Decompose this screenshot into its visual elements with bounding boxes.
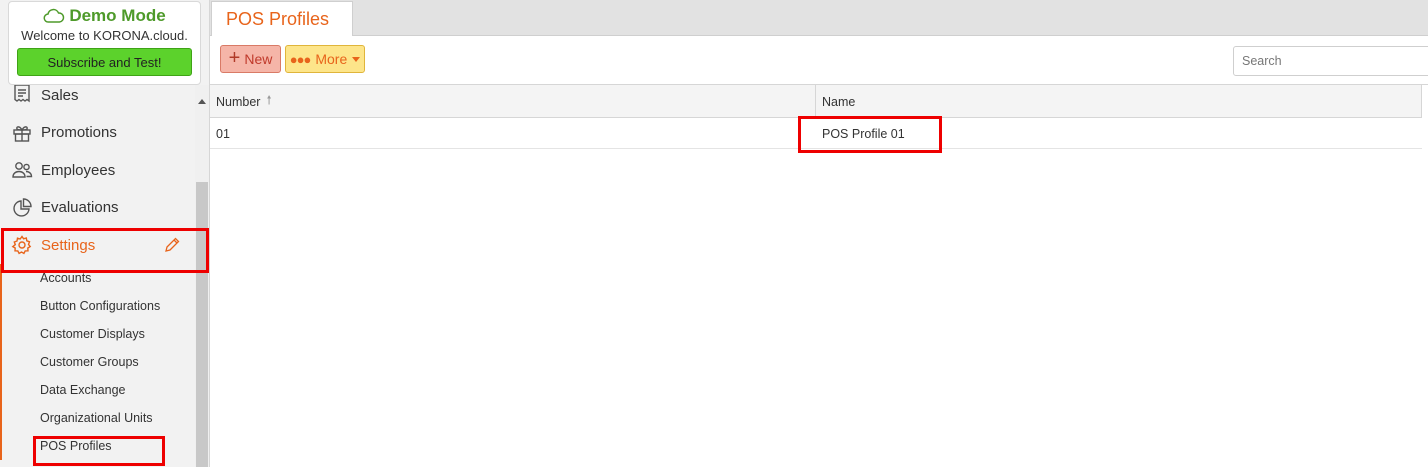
sidebar-item-evaluations[interactable]: Evaluations: [0, 189, 195, 227]
users-icon: [11, 159, 33, 181]
sidebar-item-label: Employees: [41, 161, 116, 179]
submenu-item-customer-groups[interactable]: Customer Groups: [2, 348, 195, 376]
column-header-name[interactable]: Name: [816, 85, 1422, 118]
gift-icon: [11, 122, 33, 144]
sidebar-item-label: Sales: [41, 87, 79, 104]
receipt-icon: [11, 82, 33, 104]
more-button[interactable]: ●●● More: [285, 45, 365, 73]
welcome-text: Welcome to KORONA.cloud.: [21, 28, 188, 43]
new-button[interactable]: + New: [220, 45, 281, 73]
sort-arrow-up-icon: 🠕: [266, 93, 272, 107]
scrollbar-thumb[interactable]: [196, 182, 208, 467]
column-header-label: Number: [216, 94, 261, 109]
demo-mode-title: Demo Mode: [9, 6, 200, 26]
search-input[interactable]: [1233, 46, 1428, 76]
submenu-item-button-configurations[interactable]: Button Configurations: [2, 292, 195, 320]
column-header-number[interactable]: Number 🠕: [210, 85, 816, 118]
highlight-box-pos-profile-name: [798, 116, 942, 153]
table-header: Number 🠕 Name: [210, 85, 1422, 118]
main-content: POS Profiles + New ●●● More Number 🠕: [210, 0, 1428, 467]
subscribe-button[interactable]: Subscribe and Test!: [17, 48, 192, 76]
plus-icon: +: [228, 47, 241, 69]
chevron-down-icon: [352, 56, 361, 62]
submenu-item-organizational-units[interactable]: Organizational Units: [2, 404, 195, 432]
submenu-item-customer-displays[interactable]: Customer Displays: [2, 320, 195, 348]
settings-submenu: Accounts Button Configurations Customer …: [0, 264, 195, 460]
app-window: Sales Promotions Employees Evaluations S…: [0, 0, 1428, 467]
submenu-item-data-exchange[interactable]: Data Exchange: [2, 376, 195, 404]
demo-mode-panel: Demo Mode Welcome to KORONA.cloud. Subsc…: [8, 1, 201, 85]
highlight-box-settings: [1, 228, 209, 273]
sidebar-item-employees[interactable]: Employees: [0, 152, 195, 190]
more-button-label: More: [315, 51, 348, 67]
highlight-box-pos-profiles: [33, 436, 165, 466]
tab-bar: POS Profiles: [210, 0, 1428, 37]
toolbar: + New ●●● More: [210, 36, 1428, 85]
pie-chart-icon: [11, 197, 33, 219]
sidebar-scrollbar[interactable]: [195, 85, 209, 467]
sidebar-item-promotions[interactable]: Promotions: [0, 114, 195, 152]
new-button-label: New: [244, 51, 273, 67]
dots-icon: ●●●: [289, 51, 312, 67]
sidebar-item-label: Evaluations: [41, 199, 119, 217]
sidebar-item-sales[interactable]: Sales: [0, 80, 195, 114]
cloud-icon: [43, 8, 65, 23]
column-header-label: Name: [822, 94, 856, 109]
tab-pos-profiles[interactable]: POS Profiles: [211, 1, 353, 37]
cell-number: 01: [216, 126, 230, 141]
demo-mode-label: Demo Mode: [69, 6, 166, 25]
scroll-up-arrow-icon[interactable]: [198, 99, 206, 104]
sidebar-item-label: Promotions: [41, 124, 117, 142]
